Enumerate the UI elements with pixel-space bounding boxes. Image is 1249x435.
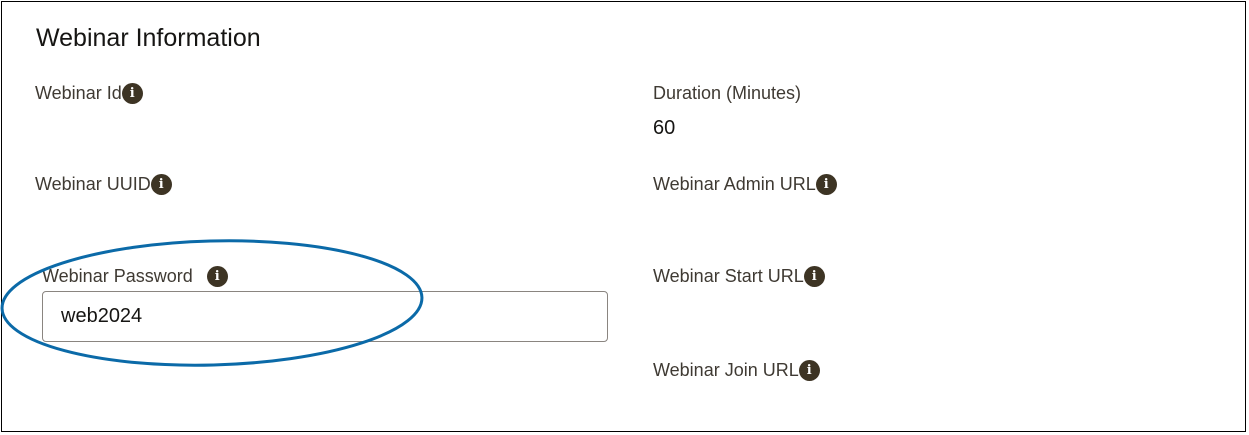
- section-title: Webinar Information: [36, 24, 261, 52]
- webinar-uuid-label: Webinar UUID: [35, 174, 151, 194]
- webinar-uuid-field: Webinar UUID i: [35, 173, 172, 195]
- duration-label: Duration (Minutes): [653, 83, 802, 103]
- info-icon[interactable]: i: [798, 359, 820, 381]
- webinar-admin-url-label: Webinar Admin URL: [653, 174, 816, 194]
- info-icon[interactable]: i: [121, 82, 143, 104]
- webinar-join-url-field: Webinar Join URL i: [653, 359, 820, 381]
- info-icon[interactable]: i: [206, 265, 228, 287]
- info-icon[interactable]: i: [815, 173, 837, 195]
- duration-field: Duration (Minutes): [653, 82, 801, 104]
- webinar-password-field: Webinar Password i: [42, 265, 228, 287]
- webinar-start-url-field: Webinar Start URL i: [653, 265, 825, 287]
- info-icon[interactable]: i: [150, 173, 172, 195]
- webinar-id-field: Webinar Id i: [35, 82, 143, 104]
- webinar-start-url-label: Webinar Start URL: [653, 266, 804, 286]
- webinar-admin-url-field: Webinar Admin URL i: [653, 173, 837, 195]
- webinar-password-input[interactable]: [42, 291, 608, 342]
- webinar-information-panel: Webinar Information Webinar Id i Webinar…: [1, 1, 1246, 432]
- webinar-password-label: Webinar Password: [42, 266, 193, 286]
- info-icon[interactable]: i: [803, 265, 825, 287]
- webinar-id-label: Webinar Id: [35, 83, 122, 103]
- duration-value: 60: [653, 117, 676, 139]
- webinar-join-url-label: Webinar Join URL: [653, 360, 799, 380]
